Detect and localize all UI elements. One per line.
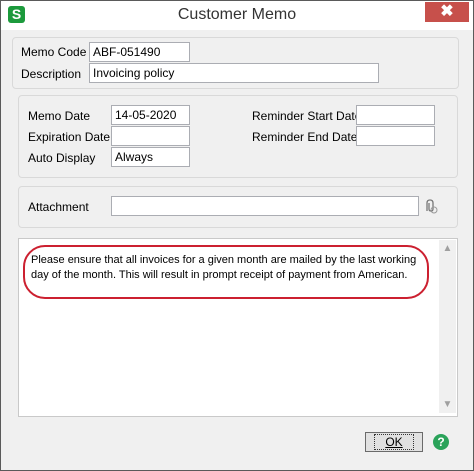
reminder-end-date-field[interactable] bbox=[356, 126, 435, 146]
memo-date-label: Memo Date bbox=[28, 109, 91, 123]
auto-display-field[interactable] bbox=[111, 147, 190, 167]
reminder-end-date-label: Reminder End Date bbox=[252, 130, 358, 144]
attachment-label: Attachment bbox=[28, 200, 89, 214]
reminder-start-date-field[interactable] bbox=[356, 105, 435, 125]
expiration-date-label: Expiration Date bbox=[28, 130, 111, 144]
help-icon[interactable]: ? bbox=[433, 434, 449, 450]
memo-text-area[interactable]: Please ensure that all invoices for a gi… bbox=[18, 238, 458, 417]
paperclip-icon[interactable] bbox=[422, 198, 438, 214]
ok-button[interactable]: OK bbox=[365, 432, 423, 452]
attachment-field[interactable] bbox=[111, 196, 419, 216]
scroll-down-icon[interactable]: ▼ bbox=[439, 396, 456, 413]
expiration-date-field[interactable] bbox=[111, 126, 190, 146]
customer-memo-window: S Customer Memo ✖ Memo Code Description … bbox=[0, 0, 474, 471]
window-title: Customer Memo bbox=[177, 6, 297, 23]
ok-button-label: OK bbox=[374, 434, 414, 450]
memo-date-field[interactable] bbox=[111, 105, 190, 125]
reminder-start-date-label: Reminder Start Date bbox=[252, 109, 362, 123]
title-bar: S Customer Memo ✖ bbox=[1, 1, 473, 30]
close-button[interactable]: ✖ bbox=[425, 2, 469, 22]
description-field[interactable] bbox=[89, 63, 379, 83]
memo-code-field[interactable] bbox=[89, 42, 190, 62]
auto-display-label: Auto Display bbox=[28, 151, 96, 165]
memo-text: Please ensure that all invoices for a gi… bbox=[31, 254, 417, 281]
vertical-scrollbar[interactable]: ▲ ▼ bbox=[439, 240, 456, 413]
description-label: Description bbox=[21, 67, 82, 81]
scroll-up-icon[interactable]: ▲ bbox=[439, 240, 456, 257]
memo-code-label: Memo Code bbox=[21, 45, 87, 59]
